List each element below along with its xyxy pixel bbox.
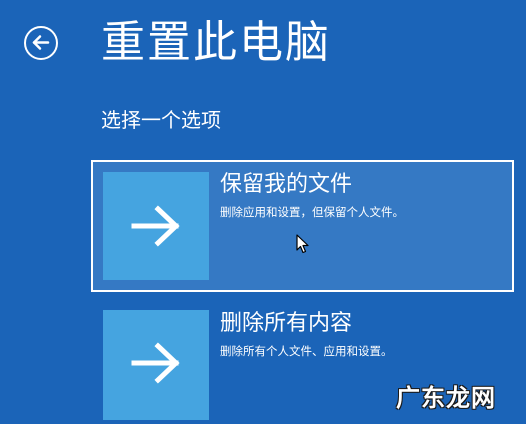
page-subtitle: 选择一个选项 xyxy=(101,108,221,132)
option-tile[interactable] xyxy=(103,310,209,420)
arrow-right-icon xyxy=(131,205,180,247)
option-keep-files[interactable]: 保留我的文件 删除应用和设置，但保留个人文件。 xyxy=(91,160,514,292)
option-description: 删除应用和设置，但保留个人文件。 xyxy=(220,205,404,219)
mouse-cursor-icon xyxy=(296,234,309,254)
back-button[interactable] xyxy=(24,26,58,60)
watermark: 广东龙网 xyxy=(396,383,496,412)
arrow-right-icon xyxy=(131,342,180,384)
page-title: 重置此电脑 xyxy=(101,17,331,68)
option-title: 删除所有内容 xyxy=(220,311,353,336)
option-description: 删除所有个人文件、应用和设置。 xyxy=(220,344,393,358)
option-tile[interactable] xyxy=(103,172,209,280)
option-title: 保留我的文件 xyxy=(220,172,353,197)
back-arrow-icon xyxy=(32,35,50,50)
